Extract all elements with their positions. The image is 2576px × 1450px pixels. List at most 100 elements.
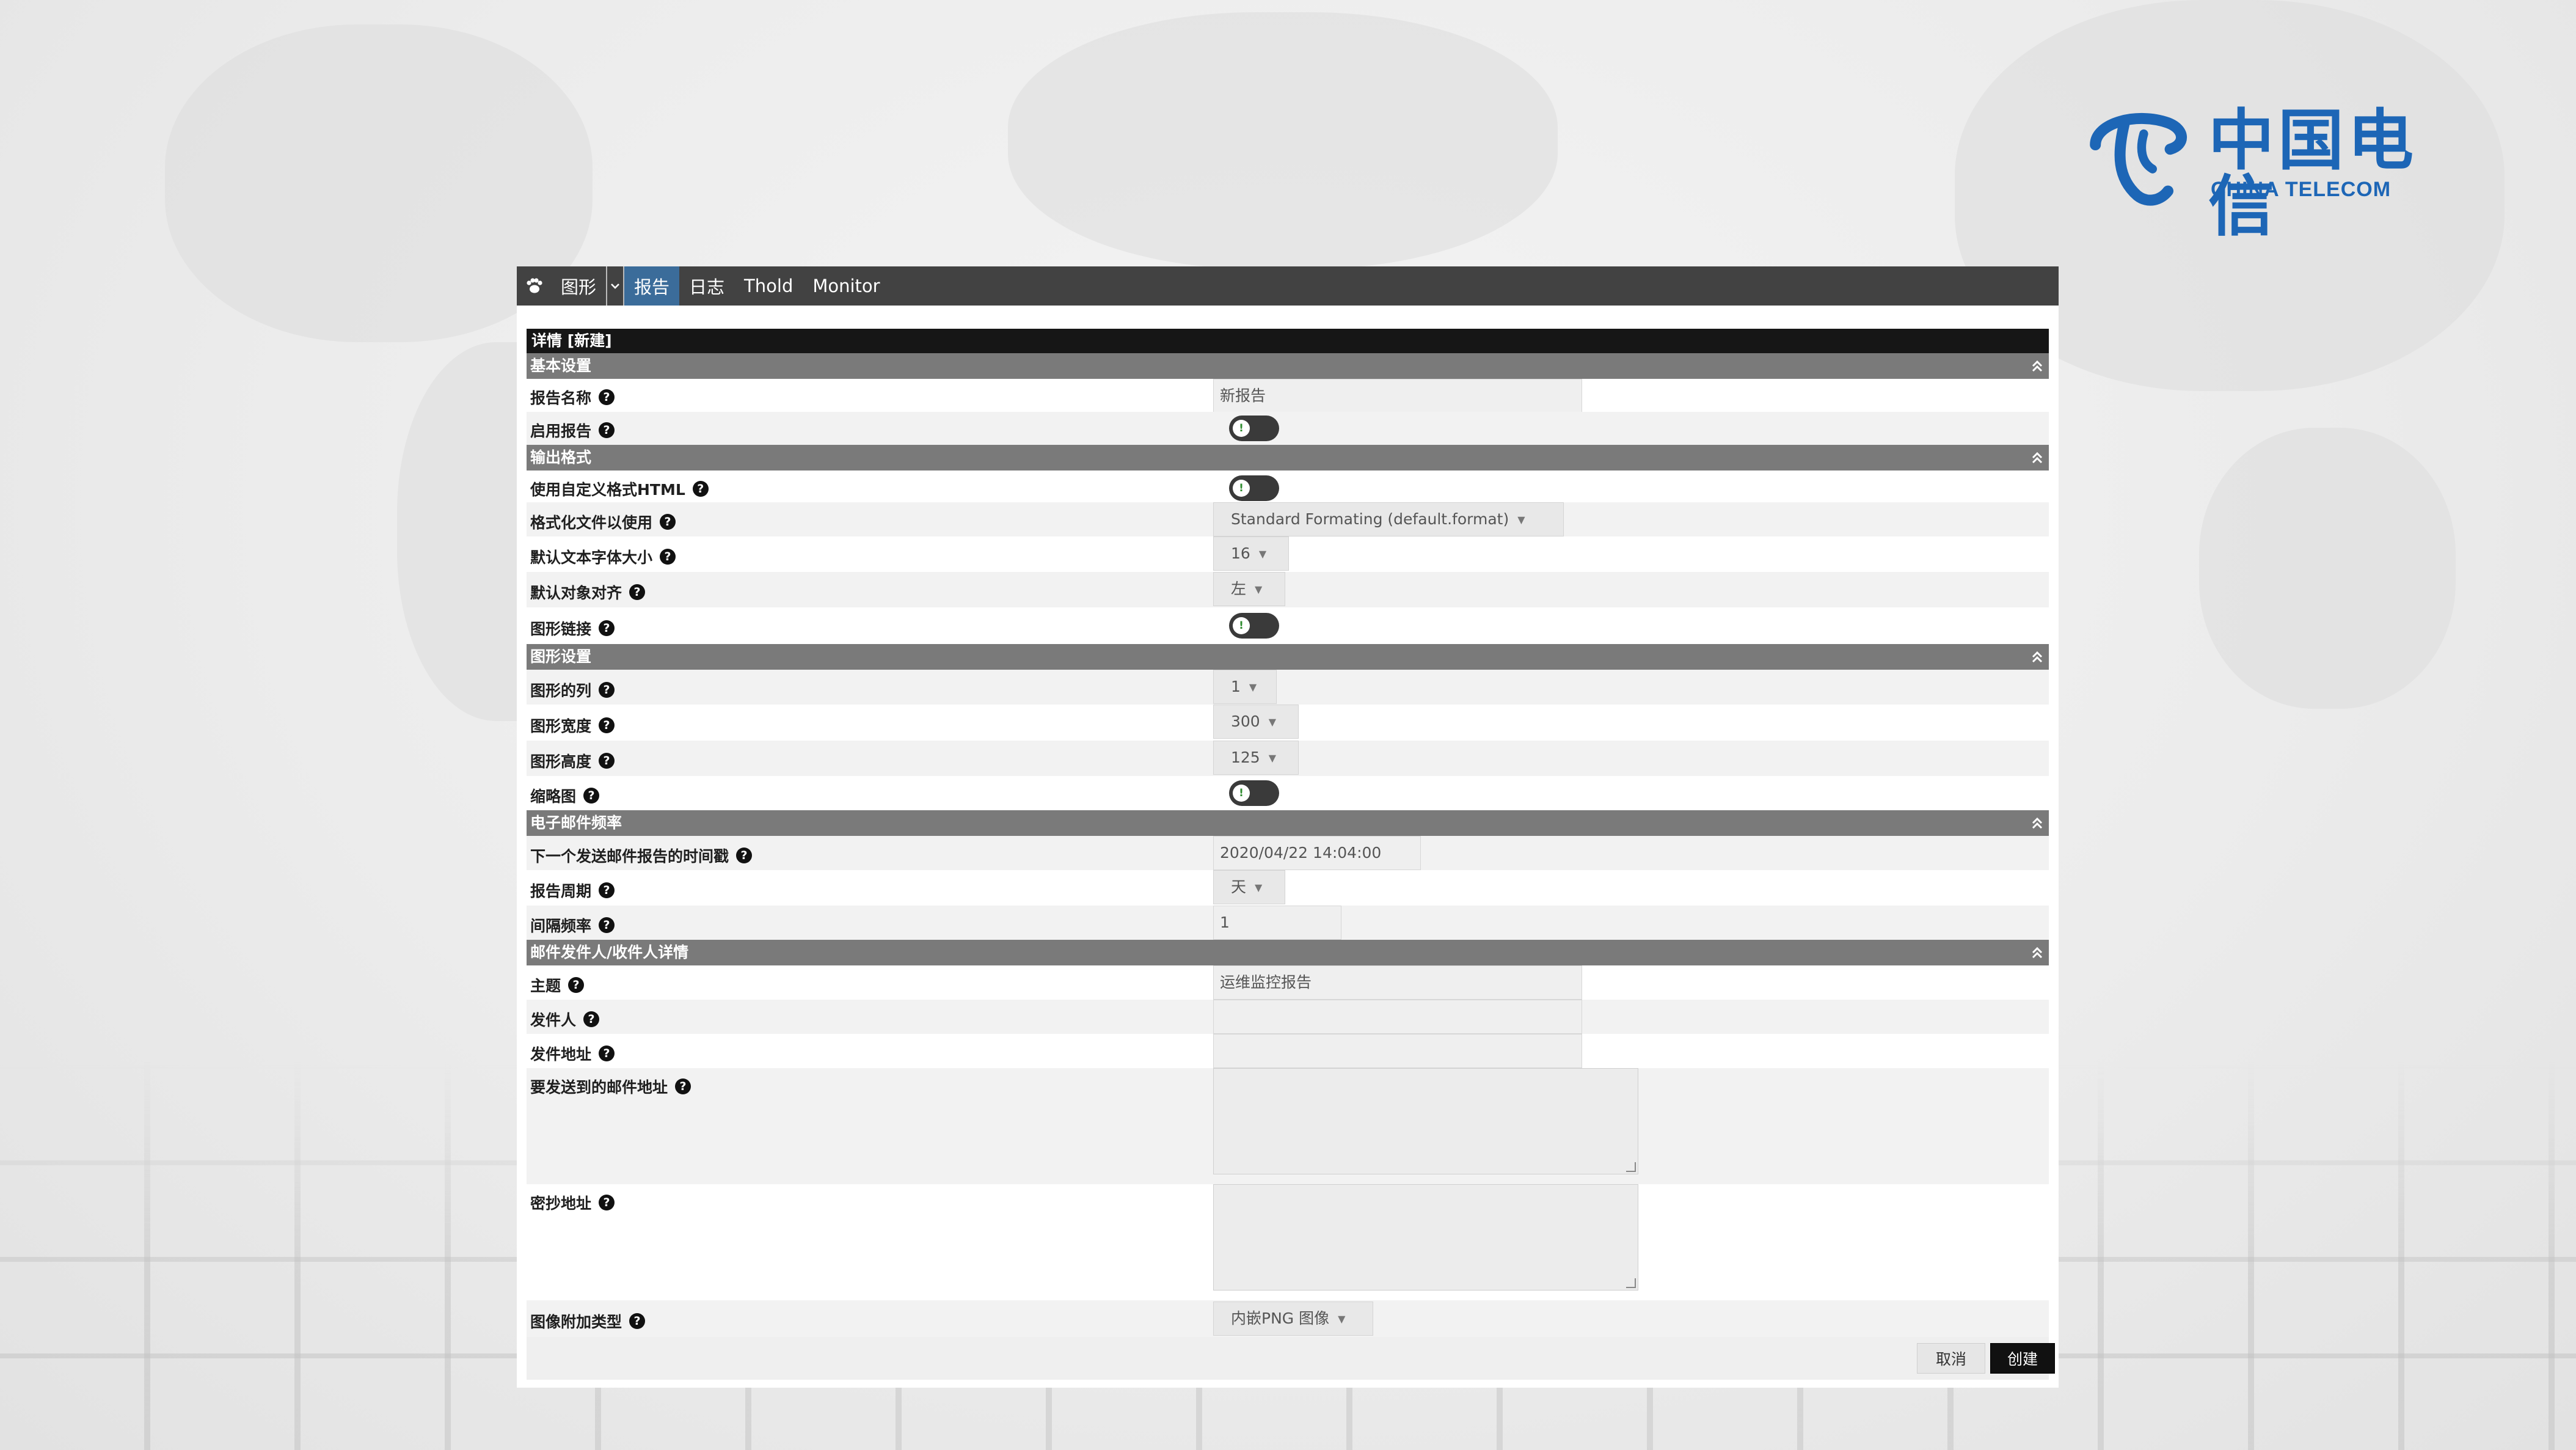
field-label: 报告周期 [530,882,592,900]
thumbnail-toggle[interactable]: ! [1229,780,1279,806]
help-icon[interactable]: ? [660,549,676,565]
select-value: 天 [1231,878,1247,896]
report-period-select[interactable]: 天 ▼ [1213,870,1285,904]
help-icon[interactable]: ? [568,977,585,993]
double-chevron-up-icon[interactable] [2031,359,2044,373]
row-graph-width: 图形宽度? 300 ▼ [527,705,2049,741]
section-title: 基本设置 [530,357,592,375]
logo-text-cn: 中国电信 [2208,103,2418,245]
subject-input[interactable]: 运维监控报告 [1213,965,1582,1000]
help-icon[interactable]: ? [599,422,615,438]
field-label: 格式化文件以使用 [530,514,653,532]
caret-down-icon: ▼ [1268,752,1277,764]
nav-tab-thold[interactable]: Thold [734,266,803,306]
section-output-format[interactable]: 输出格式 [527,445,2049,471]
caret-down-icon: ▼ [1338,1313,1346,1325]
row-sender-address: 发件地址? [527,1034,2049,1068]
help-icon[interactable]: ? [629,584,646,600]
help-icon[interactable]: ? [675,1078,691,1094]
format-file-select[interactable]: Standard Formating (default.format) ▼ [1213,502,1564,536]
help-icon[interactable]: ? [599,717,615,733]
interval-input[interactable]: 1 [1213,906,1341,940]
report-name-input[interactable]: 新报告 [1213,379,1582,413]
nav-tab-graphs[interactable]: 图形 [551,266,606,306]
select-value: 内嵌PNG 图像 [1231,1309,1330,1327]
help-icon[interactable]: ? [599,753,615,769]
field-label: 图形宽度 [530,717,592,735]
nav-tab-monitor[interactable]: Monitor [803,266,889,306]
china-telecom-emblem-icon [2090,113,2187,206]
form-footer: 取消 创建 [527,1337,2055,1380]
row-attach-type: 图像附加类型? 内嵌PNG 图像 ▼ [527,1300,2049,1337]
nav-dropdown-chevron-icon[interactable] [606,266,625,306]
graph-height-select[interactable]: 125 ▼ [1213,741,1299,775]
caret-down-icon: ▼ [1258,548,1267,560]
help-icon[interactable]: ? [692,481,709,497]
help-icon[interactable]: ? [599,1045,615,1061]
row-graph-height: 图形高度? 125 ▼ [527,741,2049,776]
toggle-knob-icon: ! [1233,480,1250,497]
section-email-details[interactable]: 邮件发件人/收件人详情 [527,940,2049,965]
field-label: 下一个发送邮件报告的时间戳 [530,848,729,865]
help-icon[interactable]: ? [629,1313,646,1329]
nav-tab-reports[interactable]: 报告 [624,266,680,306]
field-label: 主题 [530,977,561,995]
field-label: 使用自定义格式HTML [530,481,685,499]
help-icon[interactable]: ? [599,882,615,898]
double-chevron-up-icon[interactable] [2031,450,2044,465]
row-format-file: 格式化文件以使用? Standard Formating (default.fo… [527,502,2049,536]
graph-width-select[interactable]: 300 ▼ [1213,705,1299,739]
graph-columns-select[interactable]: 1 ▼ [1213,670,1277,704]
caret-down-icon: ▼ [1517,514,1525,525]
next-send-timestamp-input[interactable]: 2020/04/22 14:04:00 [1213,836,1421,870]
help-icon[interactable]: ? [736,848,753,863]
sender-address-input[interactable] [1213,1034,1582,1068]
graph-link-toggle[interactable]: ! [1229,613,1279,639]
field-label: 默认文本字体大小 [530,549,653,566]
help-icon[interactable]: ? [660,514,676,530]
to-address-textarea[interactable] [1213,1068,1638,1174]
font-size-select[interactable]: 16 ▼ [1213,536,1289,571]
field-label: 报告名称 [530,389,592,407]
resize-grip-icon[interactable] [1626,1278,1636,1288]
row-enable-report: 启用报告? ! [527,412,2049,445]
panel-title: 详情 [新建] [527,329,2049,353]
resize-grip-icon[interactable] [1626,1162,1636,1172]
sender-input[interactable] [1213,1000,1582,1034]
attach-type-select[interactable]: 内嵌PNG 图像 ▼ [1213,1302,1373,1336]
select-value: 125 [1231,749,1260,766]
section-basic-settings[interactable]: 基本设置 [527,353,2049,379]
select-value: Standard Formating (default.format) [1231,510,1509,528]
double-chevron-up-icon[interactable] [2031,650,2044,664]
section-title: 输出格式 [530,449,592,466]
help-icon[interactable]: ? [599,389,615,405]
double-chevron-up-icon[interactable] [2031,945,2044,960]
row-custom-html: 使用自定义格式HTML? ! [527,471,2049,502]
help-icon[interactable]: ? [583,788,600,804]
cancel-button[interactable]: 取消 [1917,1343,1985,1374]
help-icon[interactable]: ? [599,917,615,933]
field-label: 发件人 [530,1011,577,1029]
row-graph-link: 图形链接? ! [527,607,2049,644]
row-object-align: 默认对象对齐? 左 ▼ [527,572,2049,607]
object-align-select[interactable]: 左 ▼ [1213,572,1285,606]
caret-down-icon: ▼ [1255,882,1263,893]
field-label: 间隔频率 [530,917,592,935]
nav-tab-logs[interactable]: 日志 [679,266,734,306]
china-telecom-logo: 中国电信 CHINA TELECOM [2080,101,2440,240]
enable-report-toggle[interactable]: ! [1229,416,1279,441]
toggle-knob-icon: ! [1233,617,1250,634]
help-icon[interactable]: ? [599,682,615,698]
custom-html-toggle[interactable]: ! [1229,475,1279,501]
select-value: 16 [1231,544,1250,562]
section-email-frequency[interactable]: 电子邮件频率 [527,810,2049,836]
help-icon[interactable]: ? [583,1011,600,1027]
double-chevron-up-icon[interactable] [2031,816,2044,830]
paw-icon[interactable] [517,266,551,306]
create-button[interactable]: 创建 [1990,1343,2055,1374]
bcc-address-textarea[interactable] [1213,1184,1638,1291]
help-icon[interactable]: ? [599,1195,615,1210]
section-graph-settings[interactable]: 图形设置 [527,644,2049,670]
help-icon[interactable]: ? [599,620,615,636]
row-thumbnail: 缩略图? ! [527,776,2049,810]
